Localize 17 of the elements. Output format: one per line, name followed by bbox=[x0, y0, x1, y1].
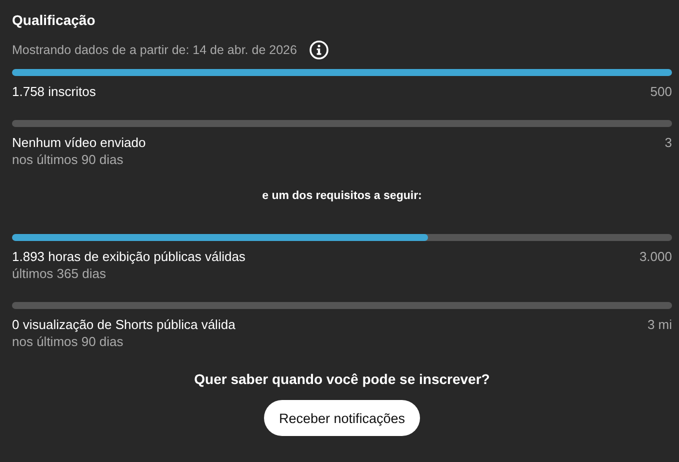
alternative-heading: e um dos requisitos a seguir: bbox=[261, 189, 423, 204]
date-note: Mostrando dados de a partir de: 14 de abr. de 2026 bbox=[12, 43, 297, 57]
requirement-label: Nenhum vídeo enviado bbox=[12, 134, 146, 151]
requirement-period: nos últimos 90 dias bbox=[12, 333, 124, 350]
requirement-period: últimos 365 dias bbox=[12, 265, 107, 282]
info-icon[interactable] bbox=[308, 40, 329, 60]
requirement-period: nos últimos 90 dias bbox=[12, 151, 124, 168]
requirement-target: 500 bbox=[650, 83, 672, 100]
requirement-target: 3.000 bbox=[639, 248, 672, 266]
requirement-target: 3 bbox=[664, 134, 672, 152]
requirement-label: 1.758 inscritos bbox=[12, 83, 96, 100]
requirement-label: 0 visualização de Shorts pública válida bbox=[12, 316, 236, 333]
requirement-target: 3 mi bbox=[647, 316, 672, 334]
section-title: Qualificação bbox=[12, 11, 96, 30]
question-text: Quer saber quando você pode se inscrever? bbox=[193, 370, 491, 388]
requirement-label: 1.893 horas de exibição públicas válidas bbox=[12, 248, 246, 265]
notifications-button[interactable]: Receber notificações bbox=[264, 400, 420, 436]
